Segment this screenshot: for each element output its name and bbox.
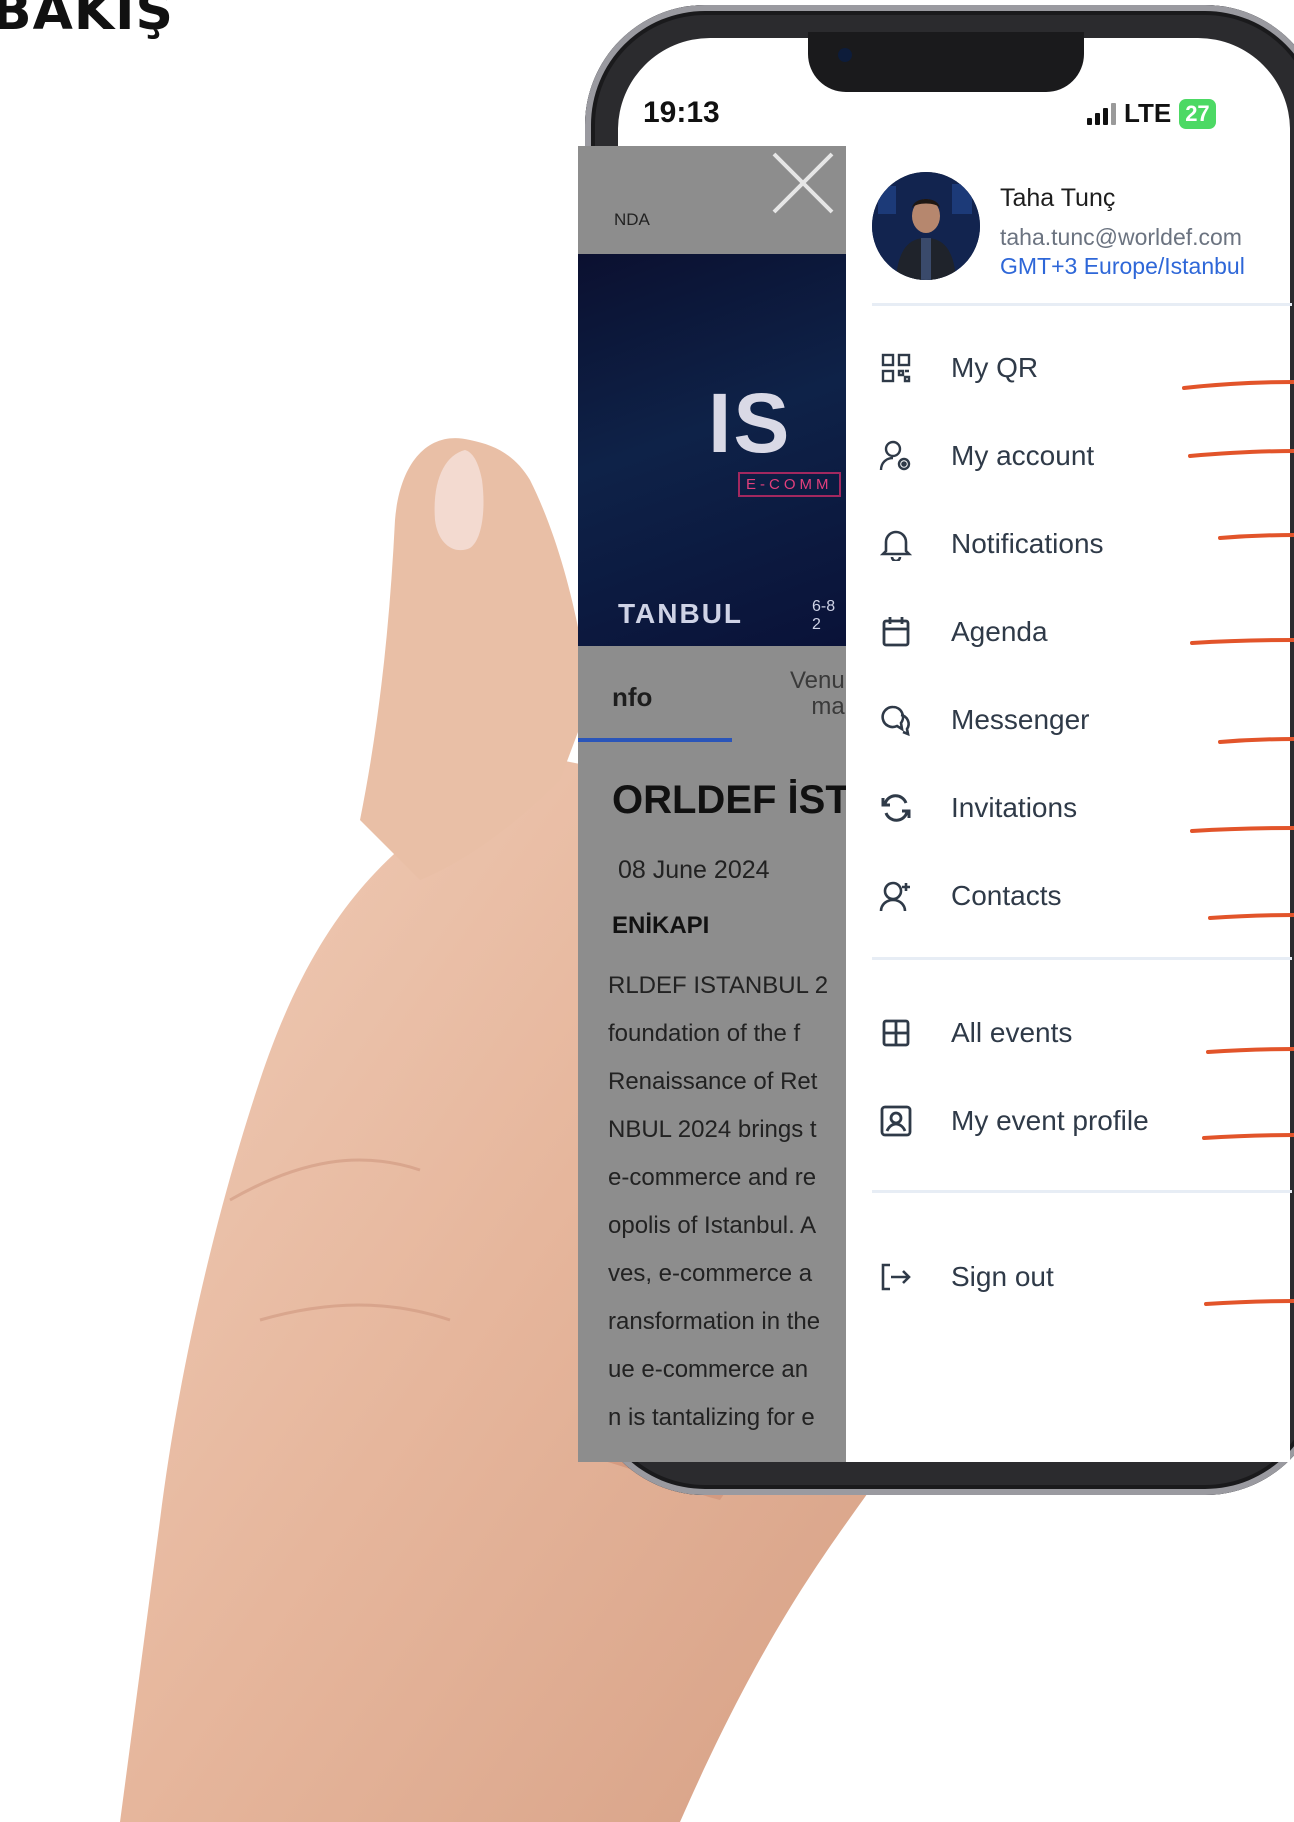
battery-icon: 27 [1179, 98, 1216, 129]
calendar-icon [876, 612, 916, 652]
banner-city-top: IS [708, 376, 792, 470]
menu-item-messenger[interactable]: Messenger [876, 700, 1090, 740]
annotation-stroke [1204, 1299, 1294, 1306]
divider [872, 303, 1292, 306]
annotation-stroke [1208, 913, 1294, 920]
chat-icon [876, 700, 916, 740]
active-tab-indicator [578, 738, 732, 742]
profile-name: Taha Tunç [1000, 184, 1116, 212]
menu-item-my-account[interactable]: My account [876, 436, 1094, 476]
tab-info[interactable]: nfo [612, 682, 652, 713]
bell-icon [876, 524, 916, 564]
annotation-stroke [1182, 380, 1294, 390]
menu-label: Messenger [951, 704, 1090, 735]
event-date: 08 June 2024 [618, 856, 770, 884]
account-settings-icon [876, 436, 916, 476]
menu-label: All events [951, 1017, 1073, 1048]
menu-item-sign-out[interactable]: Sign out [876, 1257, 1054, 1297]
menu-label: Agenda [951, 616, 1048, 647]
profile-email: taha.tunc@worldef.com [1000, 224, 1242, 250]
menu-item-contacts[interactable]: Contacts [876, 876, 1062, 916]
network-label: LTE [1124, 98, 1172, 128]
description-line: Renaissance of Ret [608, 1068, 818, 1095]
status-indicators: LTE 27 [1087, 98, 1216, 129]
description-line: RLDEF ISTANBUL 2 [608, 972, 829, 999]
annotation-stroke [1188, 449, 1294, 458]
grid-icon [876, 1013, 916, 1053]
annotation-stroke [1218, 737, 1294, 744]
add-contact-icon [876, 876, 916, 916]
refresh-icon [876, 788, 916, 828]
menu-label: Notifications [951, 528, 1104, 559]
menu-label: Invitations [951, 792, 1078, 823]
menu-item-notifications[interactable]: Notifications [876, 524, 1104, 564]
description-line: opolis of Istanbul. A [608, 1212, 817, 1239]
description-line: foundation of the f [608, 1020, 801, 1047]
qr-code-icon [876, 348, 916, 388]
description-line: e-commerce and re [608, 1164, 817, 1191]
description-line: ves, e-commerce a [608, 1260, 813, 1287]
description-line: ransformation in the [608, 1308, 821, 1335]
banner-dates: 6-8 2 [812, 598, 836, 633]
menu-item-invitations[interactable]: Invitations [876, 788, 1077, 828]
menu-label: Sign out [951, 1261, 1054, 1292]
menu-item-my-event-profile[interactable]: My event profile [876, 1101, 1149, 1141]
description-line: n is tantalizing for e [608, 1404, 815, 1431]
banner-subtitle: E-COMM [738, 472, 841, 497]
event-venue: ENİKAPI [612, 912, 710, 939]
event-title: ORLDEF İST [612, 778, 850, 822]
signal-icon [1087, 102, 1116, 125]
status-time: 19:13 [643, 96, 720, 129]
front-camera [838, 48, 852, 62]
annotation-stroke [1218, 533, 1294, 540]
annotation-stroke [1206, 1047, 1294, 1054]
annotation-stroke [1202, 1133, 1294, 1140]
close-icon[interactable] [770, 150, 836, 216]
profile-timezone[interactable]: GMT+3 Europe/Istanbul [1000, 253, 1245, 280]
tab-venue-map[interactable]: Venu ma [790, 668, 845, 720]
background-section-label: NDA [614, 210, 650, 229]
banner-city-bottom: TANBUL [618, 598, 744, 629]
sign-out-icon [876, 1257, 916, 1297]
menu-label: My account [951, 440, 1095, 471]
annotation-strokes [1182, 380, 1294, 1306]
menu-item-my-qr[interactable]: My QR [876, 348, 1038, 388]
annotation-stroke [1190, 638, 1294, 645]
annotation-stroke [1190, 826, 1294, 833]
menu-item-all-events[interactable]: All events [876, 1013, 1072, 1053]
menu-label: My event profile [951, 1105, 1149, 1136]
phone-notch [808, 32, 1084, 92]
profile-card-icon [876, 1101, 916, 1141]
menu-label: Contacts [951, 880, 1062, 911]
menu-item-agenda[interactable]: Agenda [876, 612, 1048, 652]
avatar[interactable] [872, 172, 980, 280]
menu-label: My QR [951, 352, 1039, 383]
description-line: ue e-commerce an [608, 1356, 809, 1383]
description-line: NBUL 2024 brings t [608, 1116, 817, 1143]
